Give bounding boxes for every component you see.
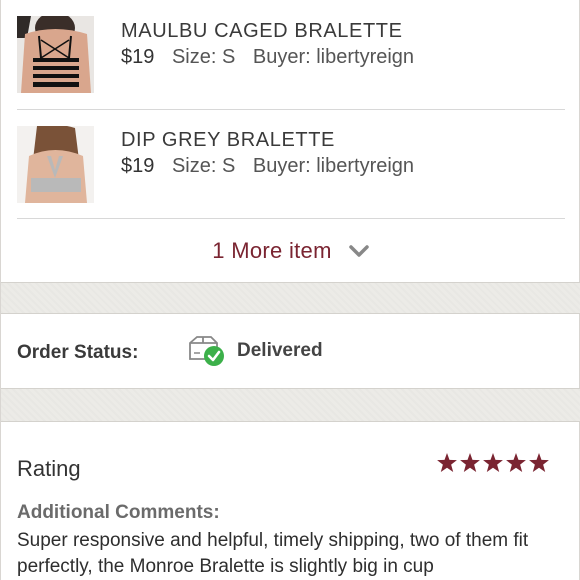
section-divider [1,282,580,314]
star-icon [529,453,549,472]
order-detail-panel: MAULBU CAGED BRALETTE $19 Size: S Buyer:… [0,0,580,580]
box-delivered-check-icon [187,335,225,367]
order-status-label: Order Status: [17,342,139,363]
order-status-row: Order Status: Delivered [1,314,580,388]
list-item[interactable]: MAULBU CAGED BRALETTE $19 Size: S Buyer:… [17,0,565,110]
item-thumbnail[interactable] [17,126,94,203]
star-rating [437,453,549,472]
item-buyer: Buyer: libertyreign [252,46,415,68]
item-meta: $19 Size: S Buyer: libertyreign [121,155,414,178]
item-price: $19 [121,155,155,177]
item-thumbnail[interactable] [17,16,94,93]
order-status-value: Delivered [237,340,323,361]
star-icon [506,453,526,472]
list-item[interactable]: DIP GREY BRALETTE $19 Size: S Buyer: lib… [17,110,565,219]
item-meta: $19 Size: S Buyer: libertyreign [121,46,414,69]
star-icon [483,453,503,472]
more-items-button[interactable]: 1 More item [1,220,580,282]
section-divider [1,388,580,422]
chevron-down-icon [348,244,370,258]
star-icon [460,453,480,472]
grey-racerback-bralette-photo [17,126,94,203]
more-items-label: 1 More item [212,238,332,263]
item-title[interactable]: MAULBU CAGED BRALETTE [121,20,403,43]
item-buyer: Buyer: libertyreign [252,155,415,177]
black-caged-bralette-photo [17,16,94,93]
comments-label: Additional Comments: [17,502,220,523]
rating-title: Rating [17,456,81,481]
item-price: $19 [121,46,155,68]
item-size: Size: S [171,46,236,68]
star-icon [437,453,457,472]
item-size: Size: S [171,155,236,177]
comments-text: Super responsive and helpful, timely shi… [17,530,529,577]
item-title[interactable]: DIP GREY BRALETTE [121,129,335,152]
